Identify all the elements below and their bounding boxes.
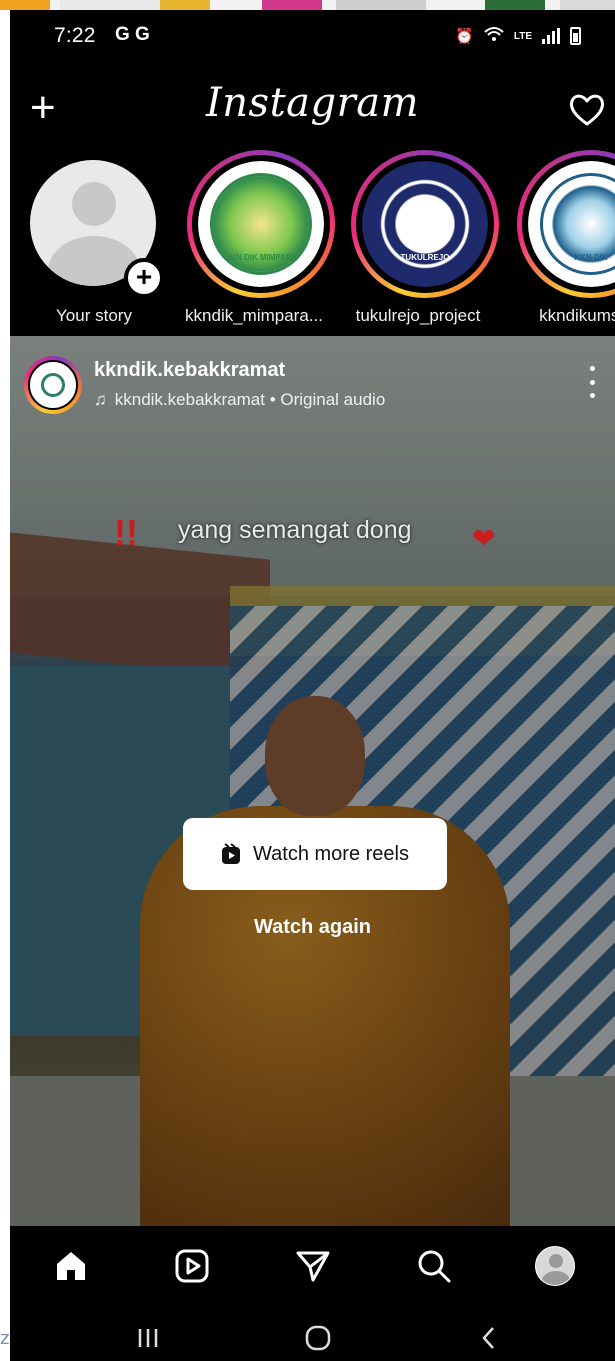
reels-icon[interactable] <box>162 1236 222 1296</box>
seal-logo: KKN DIK MIMPARA <box>198 161 324 287</box>
status-icons: ⏰ LTE <box>455 26 581 46</box>
watch-more-reels-button[interactable]: Watch more reels <box>183 818 447 890</box>
signal-icon <box>542 28 560 44</box>
story-kkndikums[interactable]: KKN DIK kkndikums_ <box>500 150 615 340</box>
watch-more-label: Watch more reels <box>253 842 409 865</box>
story-your-story[interactable]: + Your story <box>10 150 170 340</box>
add-story-icon[interactable]: + <box>124 258 164 298</box>
story-ring: KKN DIK <box>517 150 615 298</box>
watch-again-button[interactable]: Watch again <box>10 916 615 939</box>
seal-logo: TUKULREJO <box>362 161 488 287</box>
system-nav-bar <box>10 1306 615 1361</box>
story-label: Your story <box>56 306 132 325</box>
home-icon[interactable] <box>41 1236 101 1296</box>
network-type: LTE <box>513 30 532 42</box>
home-circle-icon[interactable] <box>288 1316 348 1360</box>
stories-tray: + Your story KKN DIK MIMPARA kkndik_mimp… <box>10 150 615 340</box>
story-ring: TUKULREJO <box>351 150 499 298</box>
story-label: tukulrejo_project <box>355 306 481 325</box>
music-note-icon: ♫ <box>94 390 107 409</box>
more-options-icon[interactable] <box>587 366 597 398</box>
alarm-icon: ⏰ <box>455 28 474 45</box>
story-label: kkndik_mimpara... <box>185 306 323 325</box>
app-header: + Instagram <box>10 68 615 148</box>
bottom-nav <box>10 1226 615 1306</box>
audio-label: kkndik.kebakkramat • Original audio <box>114 390 386 409</box>
battery-icon <box>570 27 581 45</box>
story-kkndik-mimpara[interactable]: KKN DIK MIMPARA kkndik_mimpara... <box>170 150 335 340</box>
wifi-icon <box>484 26 504 46</box>
video-caption: yang semangat dong <box>178 516 412 544</box>
status-time: 7:22 <box>54 24 96 47</box>
recent-apps-icon[interactable] <box>118 1316 178 1360</box>
heart-icon[interactable] <box>567 90 607 130</box>
reels-icon <box>222 843 241 864</box>
left-edge: z <box>0 10 10 1361</box>
seal-logo: KKN DIK <box>528 161 615 287</box>
heart-sticker: ❤ <box>472 523 496 554</box>
status-bar: 7:22 G G ⏰ LTE <box>10 10 615 65</box>
exclamation-sticker: !! <box>114 512 138 553</box>
story-label: kkndikums_ <box>539 306 615 325</box>
post-username[interactable]: kkndik.kebakkramat <box>94 359 285 382</box>
back-icon[interactable] <box>460 1316 520 1360</box>
search-icon[interactable] <box>404 1236 464 1296</box>
instagram-logo: Instagram <box>205 80 419 126</box>
post-avatar[interactable] <box>24 356 82 414</box>
phone-screen: 7:22 G G ⏰ LTE + Instagram + Your story … <box>10 10 615 1361</box>
reel-post[interactable]: kkndik.kebakkramat ♫ kkndik.kebakkramat … <box>10 336 615 1226</box>
post-header: kkndik.kebakkramat ♫ kkndik.kebakkramat … <box>10 336 615 426</box>
direct-icon[interactable] <box>283 1236 343 1296</box>
carrier-icons: G G <box>115 24 150 45</box>
story-tukulrejo-project[interactable]: TUKULREJO tukulrejo_project <box>334 150 499 340</box>
story-ring: KKN DIK MIMPARA <box>187 150 335 298</box>
edge-glyph: z <box>0 1328 10 1349</box>
screen-top-strip <box>0 0 615 10</box>
post-audio[interactable]: ♫ kkndik.kebakkramat • Original audio <box>94 390 385 410</box>
profile-avatar[interactable] <box>525 1236 585 1296</box>
